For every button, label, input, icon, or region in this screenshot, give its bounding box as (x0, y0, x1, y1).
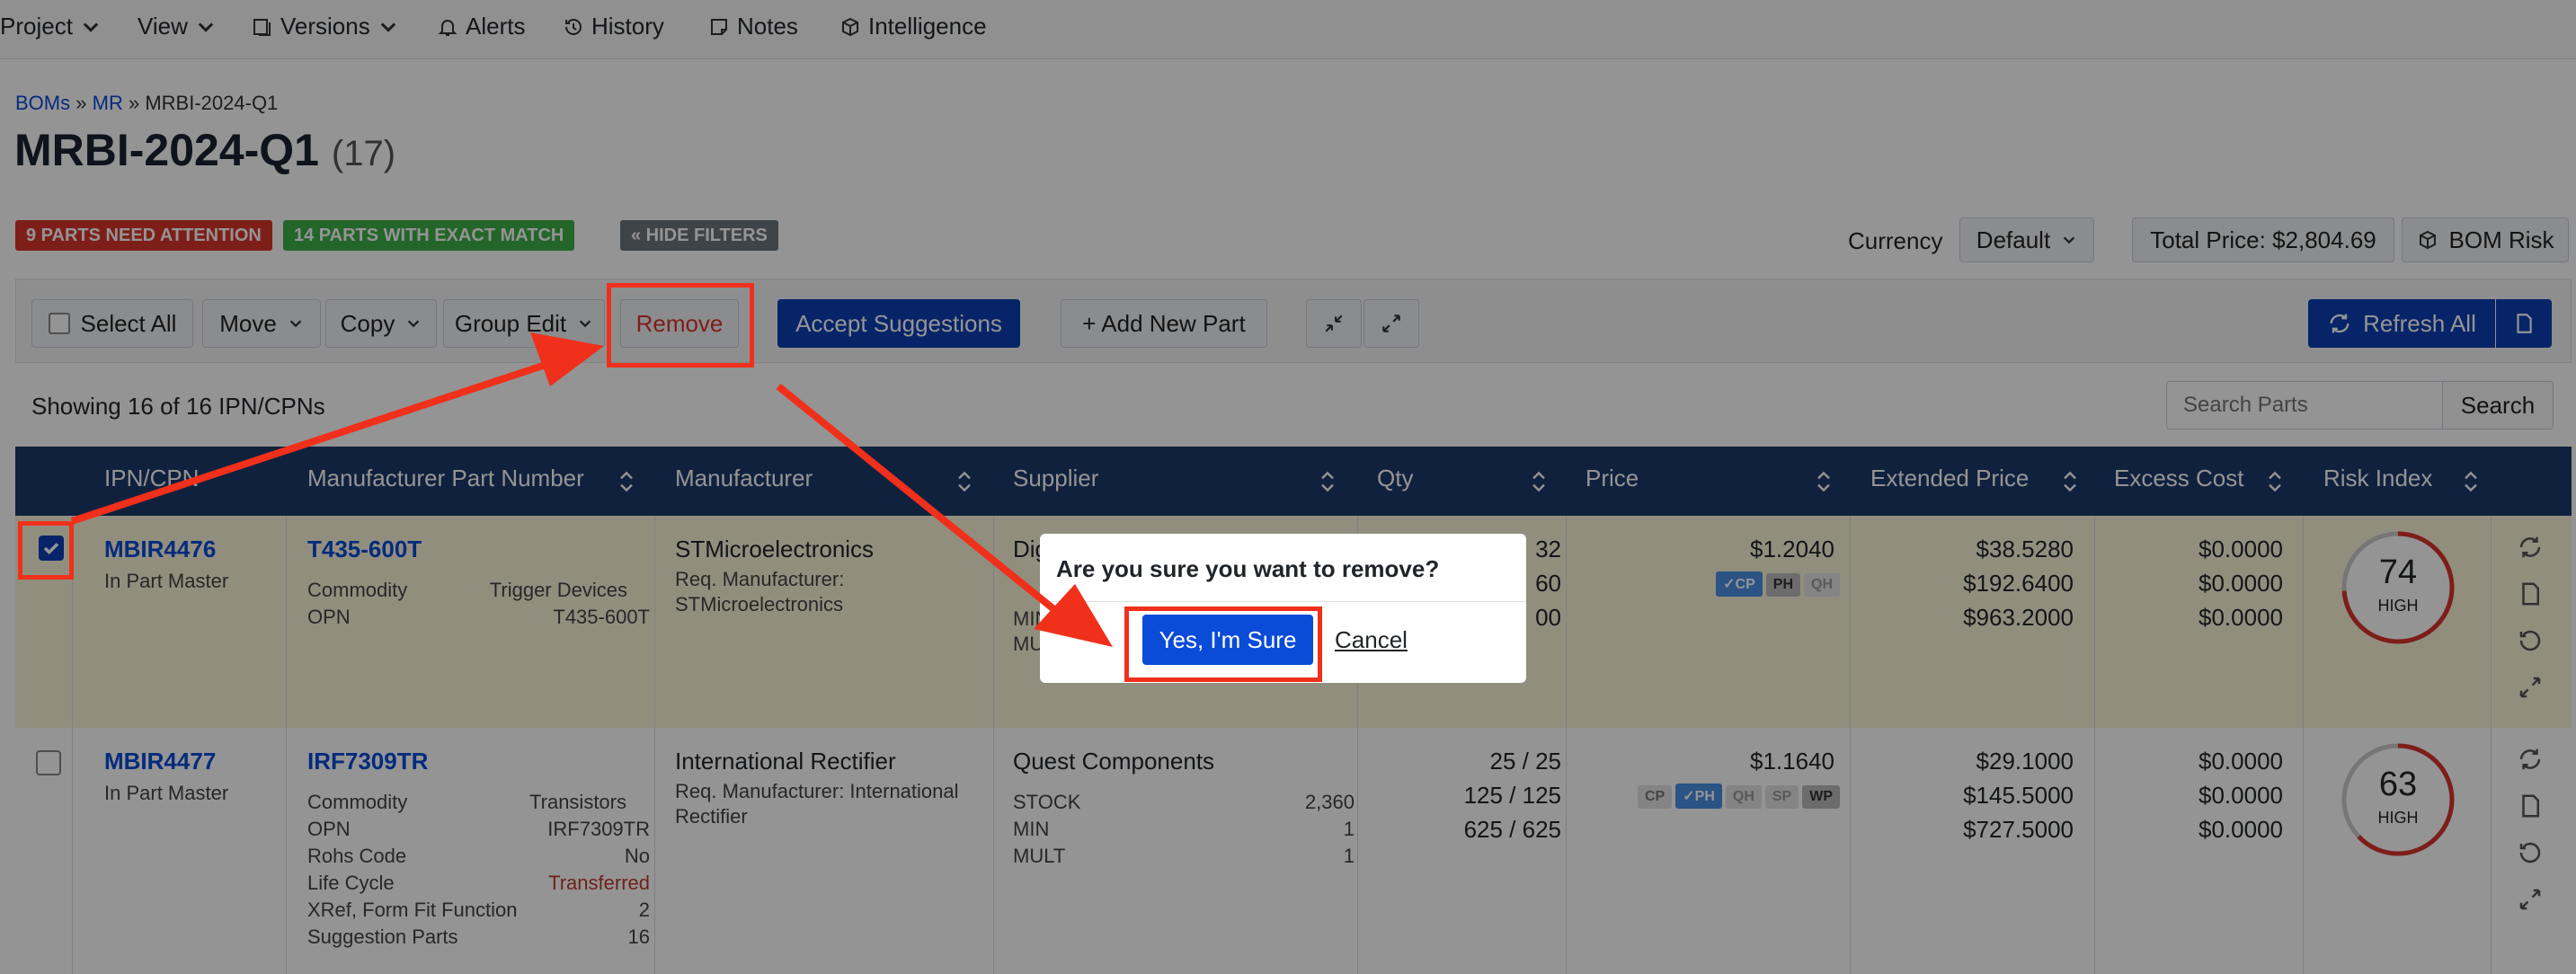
annotation-remove-highlight (607, 283, 754, 367)
dialog-divider (1040, 601, 1526, 602)
annotation-confirm-highlight (1124, 607, 1322, 682)
cancel-link[interactable]: Cancel (1335, 626, 1408, 654)
annotation-checkbox-highlight (18, 521, 74, 580)
dialog-question: Are you sure you want to remove? (1056, 555, 1440, 582)
modal-backdrop[interactable] (0, 0, 2576, 974)
